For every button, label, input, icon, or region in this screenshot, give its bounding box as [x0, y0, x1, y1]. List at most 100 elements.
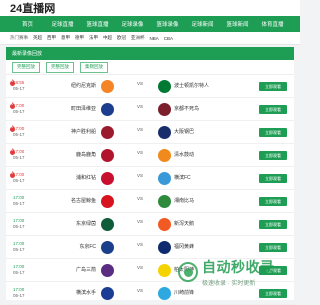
site-logo[interactable]: 24直播网	[10, 0, 55, 16]
watch-now-button[interactable]: 立即观看	[259, 289, 287, 298]
nav-item-basketball-video[interactable]: 篮球录像	[150, 20, 185, 28]
home-team-name[interactable]: 横滨水手	[46, 289, 96, 296]
vs-label: VS	[136, 127, 143, 132]
subnav-item-ucl[interactable]: 欧冠	[117, 35, 126, 41]
away-team-logo	[158, 126, 171, 139]
home-team-name[interactable]: 名古屋鲸鱼	[46, 197, 96, 204]
subnav-item-bundesliga[interactable]: 德甲	[75, 35, 84, 41]
home-team-name[interactable]: 神户胜利船	[46, 128, 96, 135]
nav-item-sports-live[interactable]: 体育直播	[255, 20, 290, 28]
watch-now-button[interactable]: 立即观看	[259, 174, 287, 183]
away-team-logo	[158, 149, 171, 162]
home-team-name[interactable]: 东京绿茵	[46, 220, 96, 227]
home-team-name[interactable]: 纽约尼克斯	[46, 82, 96, 89]
away-team-name[interactable]: 横滨FC	[174, 174, 229, 181]
watermark: 自动秒收录 极速收录 · 实时更新	[178, 254, 298, 290]
match-time: 17:00 05-17	[13, 126, 25, 138]
panel-heading: 最新录像回放	[6, 47, 294, 60]
away-team-logo	[158, 80, 171, 93]
nav-item-basketball-news[interactable]: 篮球新闻	[220, 20, 255, 28]
subnav-item-epl[interactable]: 英超	[33, 35, 42, 41]
home-team-logo	[101, 172, 114, 185]
nav-item-football-news[interactable]: 足球新闻	[185, 20, 220, 28]
away-team-logo	[158, 172, 171, 185]
watch-now-button[interactable]: 立即观看	[259, 82, 287, 91]
vs-label: VS	[136, 219, 143, 224]
watch-now-button[interactable]: 立即观看	[259, 105, 287, 114]
match-row[interactable]: 17:00 05-17 神户胜利船 VS 大阪钢巴 立即观看	[6, 121, 294, 144]
watch-now-button[interactable]: 立即观看	[259, 243, 287, 252]
subnav-item-cba[interactable]: CBA	[164, 36, 173, 41]
match-row[interactable]: 17:00 05-17 东京绿茵 VS 新泻天鹅 立即观看	[6, 213, 294, 236]
watermark-title: 自动秒收录	[202, 259, 275, 275]
watch-now-button[interactable]: 立即观看	[259, 220, 287, 229]
away-team-logo	[158, 287, 171, 300]
nav-item-home[interactable]: 首页	[10, 20, 45, 28]
away-team-name[interactable]: 波士顿凯尔特人	[174, 82, 229, 89]
match-date: 05-17	[13, 270, 25, 275]
tab-full-replay-2[interactable]: 完整回放	[46, 61, 74, 73]
vs-label: VS	[136, 288, 143, 293]
match-time: 18:55 05-17	[13, 80, 25, 92]
match-row[interactable]: 17:00 05-17 鹿岛鹿角 VS 清水鼓动 立即观看	[6, 144, 294, 167]
away-team-name[interactable]: 大阪钢巴	[174, 128, 229, 135]
site-header: 24直播网	[0, 0, 300, 16]
away-team-name[interactable]: 清水鼓动	[174, 151, 229, 158]
watch-now-button[interactable]: 立即观看	[259, 197, 287, 206]
watch-now-button[interactable]: 立即观看	[259, 151, 287, 160]
match-date: 05-17	[13, 155, 25, 160]
match-row[interactable]: 17:00 05-17 町田泽维亚 VS 京都不死鸟 立即观看	[6, 98, 294, 121]
away-team-name[interactable]: 福冈黄蜂	[174, 243, 229, 250]
watch-now-button[interactable]: 立即观看	[259, 128, 287, 137]
match-date: 05-17	[13, 201, 25, 206]
nav-item-basketball-live[interactable]: 篮球直播	[80, 20, 115, 28]
home-team-name[interactable]: 浦和红钻	[46, 174, 96, 181]
away-team-logo	[158, 264, 171, 277]
tab-bar: 完整回放 完整回放 集锦回放	[6, 60, 294, 75]
home-team-logo	[101, 103, 114, 116]
match-date: 05-17	[13, 178, 25, 183]
match-date: 05-17	[13, 109, 25, 114]
match-date: 05-17	[13, 247, 25, 252]
subnav-item-ligue1[interactable]: 法甲	[89, 35, 98, 41]
match-time: 17:00 05-17	[13, 172, 25, 184]
vs-label: VS	[136, 242, 143, 247]
home-team-logo	[101, 80, 114, 93]
vs-label: VS	[136, 265, 143, 270]
vs-label: VS	[136, 173, 143, 178]
away-team-name[interactable]: 新泻天鹅	[174, 220, 229, 227]
subnav-item-seriea[interactable]: 意甲	[61, 35, 70, 41]
home-team-name[interactable]: 町田泽维亚	[46, 105, 96, 112]
subnav: 热门赛事 英超 西甲 意甲 德甲 法甲 中超 欧冠 亚洲杯 NBA CBA	[0, 32, 300, 45]
subnav-item-csl[interactable]: 中超	[103, 35, 112, 41]
subnav-item-nba[interactable]: NBA	[150, 36, 159, 41]
vs-label: VS	[136, 81, 143, 86]
watermark-subtitle: 极速收录 · 实时更新	[202, 281, 256, 287]
match-row[interactable]: 18:55 05-17 纽约尼克斯 VS 波士顿凯尔特人 立即观看	[6, 75, 294, 98]
subnav-item-asian-cup[interactable]: 亚洲杯	[131, 35, 145, 41]
match-time: 17:00 05-17	[13, 241, 25, 253]
home-team-name[interactable]: 鹿岛鹿角	[46, 151, 96, 158]
away-team-name[interactable]: 湘南比马	[174, 197, 229, 204]
home-team-logo	[101, 195, 114, 208]
away-team-name[interactable]: 京都不死鸟	[174, 105, 229, 112]
match-time: 17:00 05-17	[13, 287, 25, 299]
nav-item-football-video[interactable]: 足球录像	[115, 20, 150, 28]
home-team-logo	[101, 149, 114, 162]
home-team-name[interactable]: 东京FC	[46, 243, 96, 250]
match-date: 05-17	[13, 86, 25, 91]
match-row[interactable]: 17:00 05-17 名古屋鲸鱼 VS 湘南比马 立即观看	[6, 190, 294, 213]
away-team-name[interactable]: 川崎前锋	[174, 289, 229, 296]
match-time: 17:00 05-17	[13, 218, 25, 230]
home-team-logo	[101, 126, 114, 139]
nav-item-football-live[interactable]: 足球直播	[45, 20, 80, 28]
away-team-logo	[158, 195, 171, 208]
subnav-item-hot: 热门赛事	[10, 35, 28, 40]
subnav-item-laliga[interactable]: 西甲	[47, 35, 56, 41]
tab-highlights[interactable]: 集锦回放	[80, 61, 108, 73]
home-team-logo	[101, 287, 114, 300]
tab-full-replay[interactable]: 完整回放	[12, 61, 40, 73]
away-team-logo	[158, 218, 171, 231]
match-row[interactable]: 17:00 05-17 浦和红钻 VS 横滨FC 立即观看	[6, 167, 294, 190]
home-team-name[interactable]: 广岛三箭	[46, 266, 96, 273]
